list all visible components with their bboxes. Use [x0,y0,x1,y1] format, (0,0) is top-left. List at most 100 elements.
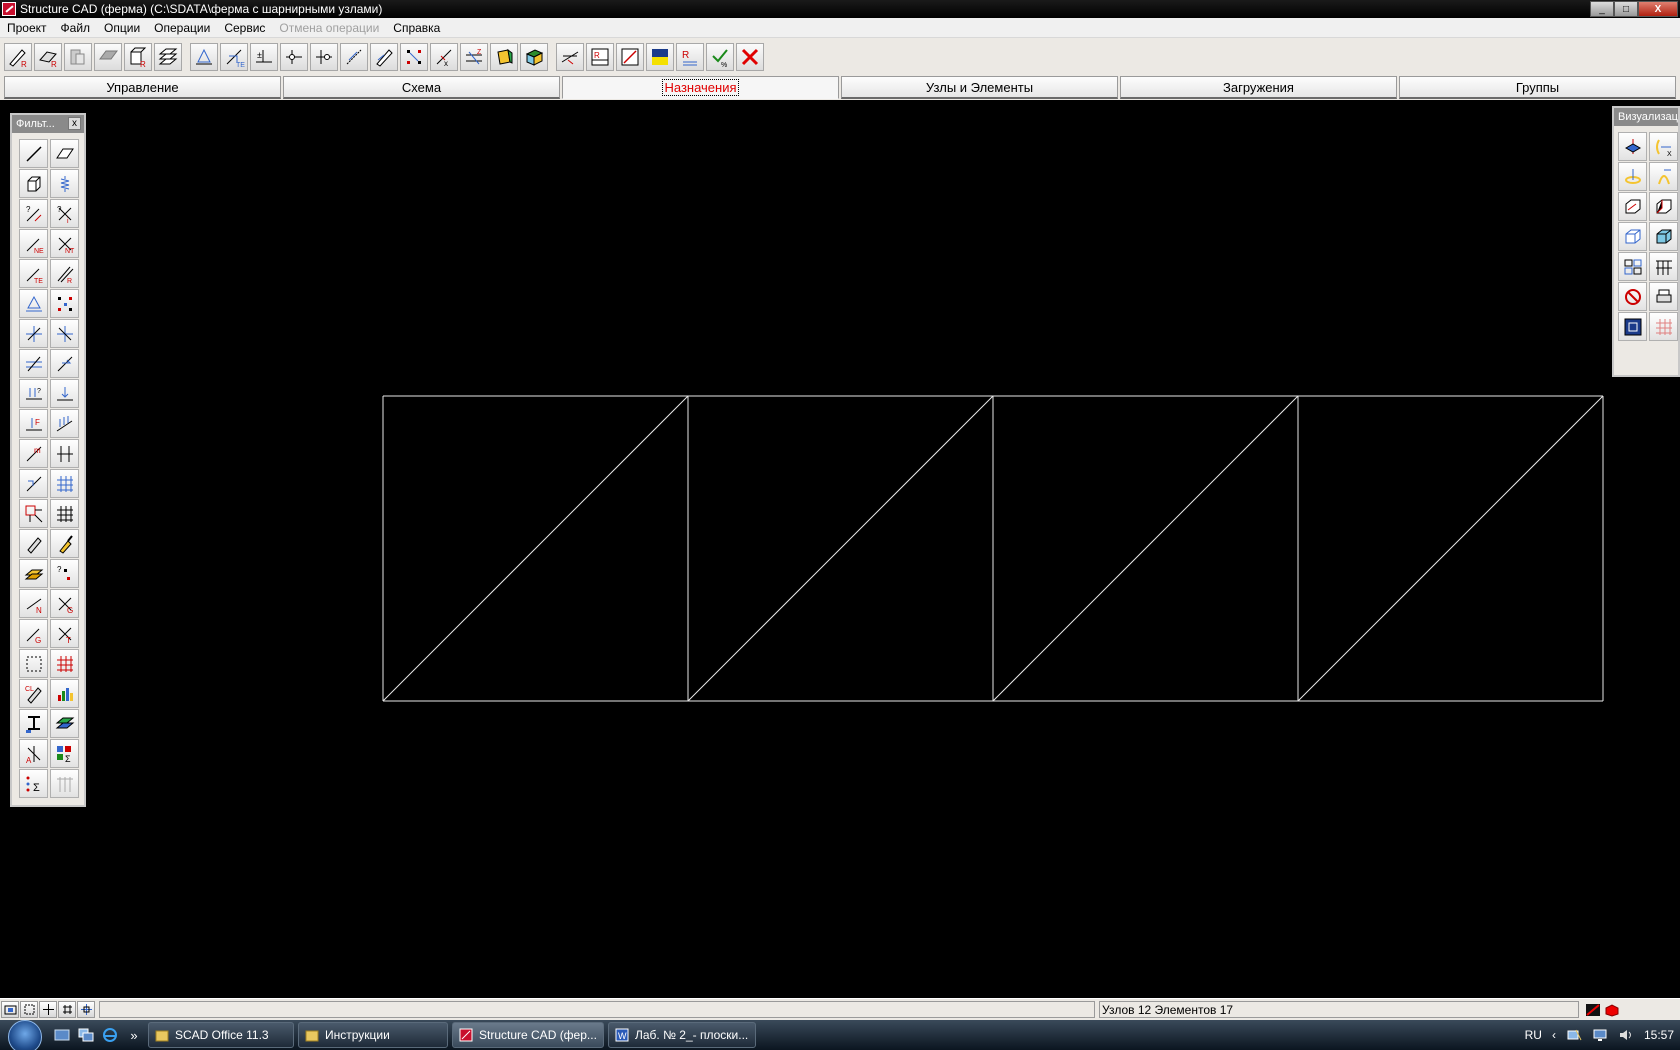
assign-stiffness-icon[interactable] [556,43,584,71]
filter-palette-close-button[interactable]: x [68,117,81,130]
zoom-extents-icon[interactable] [1,1001,19,1018]
histogram-icon[interactable] [50,679,79,708]
monitor-icon[interactable] [1592,1027,1608,1043]
query-nodes-icon[interactable]: ? [50,559,79,588]
print-icon[interactable] [1649,282,1678,311]
plate-stiffness-icon[interactable] [94,43,122,71]
layers-icon[interactable] [154,43,182,71]
node-cross-alt-icon[interactable] [50,319,79,348]
tab-control[interactable]: Управление [4,76,281,99]
color-scale-icon[interactable] [646,43,674,71]
drawing-canvas[interactable] [4,101,1680,998]
dots-sum-icon[interactable]: Σ [19,769,48,798]
clock[interactable]: 15:57 [1644,1028,1674,1042]
node-link-icon[interactable] [280,43,308,71]
quicklaunch-more-icon[interactable]: » [124,1025,144,1045]
node-release-icon[interactable] [310,43,338,71]
switch-windows-icon[interactable] [76,1025,96,1045]
tab-loads[interactable]: Загружения [1120,76,1397,99]
bar-arrow-icon[interactable] [50,349,79,378]
snap-grid-icon[interactable] [58,1001,76,1018]
tab-nodes-elements[interactable]: Узлы и Элементы [841,76,1118,99]
hinge-icon[interactable]: TE [220,43,248,71]
truss-diagonal-member[interactable] [687,395,994,702]
truss-diagonal-member[interactable] [992,395,1299,702]
fragment-icon[interactable] [1618,252,1647,281]
bar-filter-icon[interactable] [19,139,48,168]
stiffness-info-icon[interactable]: R [676,43,704,71]
task-word-doc[interactable]: W Лаб. № 2_- плоски... [608,1022,756,1048]
bar-ne-icon[interactable]: NE [19,229,48,258]
grid-view-icon[interactable] [1649,312,1678,341]
tray-expand-icon[interactable]: ‹ [1552,1028,1556,1042]
truss-diagonal-member[interactable] [1297,395,1604,702]
menu-help[interactable]: Справка [386,21,447,35]
show-desktop-icon[interactable] [52,1025,72,1045]
bar-te-icon[interactable]: TE [19,259,48,288]
projection-xy-icon[interactable] [1618,222,1647,251]
double-bar-icon[interactable] [50,439,79,468]
restore-view-icon[interactable] [1618,282,1647,311]
nodes-grid-icon[interactable] [400,43,428,71]
maximize-button[interactable]: □ [1614,1,1638,17]
cube-color-icon[interactable] [520,43,548,71]
solid-stiffness-icon[interactable]: R [124,43,152,71]
projection-yz-icon[interactable] [1649,192,1678,221]
cross-nt-icon[interactable]: NT [50,229,79,258]
stiffness-table-icon[interactable]: R [586,43,614,71]
mesh-filter-icon[interactable] [50,469,79,498]
eraser-stiffness-icon[interactable]: R [34,43,62,71]
node-grid-filter-icon[interactable] [50,289,79,318]
language-indicator[interactable]: RU [1525,1028,1542,1042]
bar-g-icon[interactable]: G [19,619,48,648]
cross-query-icon[interactable]: ? i [50,199,79,228]
rotate-y-icon[interactable] [1618,162,1647,191]
color-3d-icon[interactable] [490,43,518,71]
grid-red-icon[interactable] [19,499,48,528]
layer-stack-icon[interactable] [50,709,79,738]
menu-operations[interactable]: Операции [147,21,217,35]
bar-thick-icon[interactable] [19,529,48,558]
network-icon[interactable] [1566,1027,1582,1043]
internet-explorer-icon[interactable] [100,1025,120,1045]
zoom-window-icon[interactable] [20,1001,38,1018]
arrow-node-icon[interactable] [19,469,48,498]
cross-g-icon[interactable]: G [50,589,79,618]
columns-disabled-icon[interactable] [50,769,79,798]
bar-n-icon[interactable]: N [19,589,48,618]
local-axes-icon[interactable]: x [430,43,458,71]
task-instructions[interactable]: Инструкции [298,1022,448,1048]
moment-filter-icon[interactable]: m [19,439,48,468]
frame-view-icon[interactable] [1649,252,1678,281]
check-scissors-icon[interactable]: % [706,43,734,71]
bar-r-icon[interactable]: R [50,259,79,288]
bar-query-icon[interactable]: ? [19,199,48,228]
isometric-icon[interactable] [1649,222,1678,251]
rigid-insert-icon[interactable]: ± [250,43,278,71]
cl-bar-icon[interactable]: CL [19,679,48,708]
tab-assignments[interactable]: Назначения [562,76,839,99]
plate-filter-icon[interactable] [50,139,79,168]
pan-icon[interactable] [39,1001,57,1018]
load-down-icon[interactable] [50,379,79,408]
element-type-icon[interactable] [340,43,368,71]
chart-grid-icon[interactable] [616,43,644,71]
grid-black-icon[interactable] [50,499,79,528]
menu-options[interactable]: Опции [97,21,147,35]
distributed-load-icon[interactable] [50,409,79,438]
cursor-cross-icon[interactable] [77,1001,95,1018]
start-button[interactable] [0,1020,48,1050]
cross-t-icon[interactable]: T [50,619,79,648]
fit-view-icon[interactable] [1618,312,1647,341]
support-filter-icon[interactable] [19,289,48,318]
spring-filter-icon[interactable] [50,169,79,198]
section-filter-icon[interactable] [19,709,48,738]
menu-undo[interactable]: Отмена операции [272,21,386,35]
red-grid-icon[interactable] [50,649,79,678]
tab-scheme[interactable]: Схема [283,76,560,99]
close-button[interactable]: X [1638,1,1678,17]
section-copy-icon[interactable] [64,43,92,71]
pencil-stiffness-icon[interactable]: R [4,43,32,71]
cross-a-icon[interactable]: A [19,739,48,768]
dotted-grid-icon[interactable] [19,649,48,678]
